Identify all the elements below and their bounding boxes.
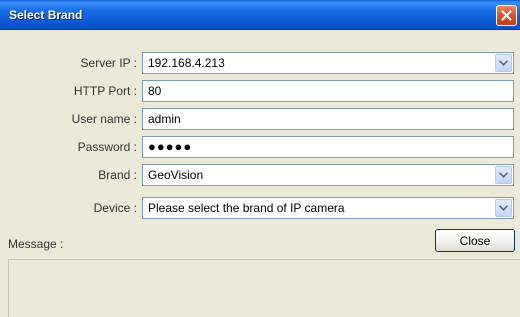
chevron-down-icon xyxy=(499,60,508,66)
window-close-button[interactable] xyxy=(496,5,517,26)
window-title: Select Brand xyxy=(9,8,83,22)
brand-label: Brand : xyxy=(98,168,137,182)
close-button[interactable]: Close xyxy=(435,229,515,252)
device-value: Please select the brand of IP camera xyxy=(148,201,345,215)
password-input[interactable]: ●●●●● xyxy=(142,136,514,158)
device-select[interactable]: Please select the brand of IP camera xyxy=(142,197,514,219)
select-brand-dialog: Select Brand Server IP : 192.168.4.213 H… xyxy=(0,0,520,317)
device-label: Device : xyxy=(93,201,137,215)
chevron-down-icon xyxy=(499,172,508,178)
user-name-input[interactable]: admin xyxy=(142,108,514,130)
server-ip-row: Server IP : 192.168.4.213 xyxy=(0,52,520,74)
server-ip-select[interactable]: 192.168.4.213 xyxy=(142,52,514,74)
http-port-value: 80 xyxy=(148,84,162,98)
http-port-label: HTTP Port : xyxy=(73,84,137,98)
password-row: Password : ●●●●● xyxy=(0,136,520,158)
brand-select[interactable]: GeoVision xyxy=(142,164,514,186)
brand-value: GeoVision xyxy=(148,168,204,182)
message-label: Message : xyxy=(8,237,64,251)
http-port-row: HTTP Port : 80 xyxy=(0,80,520,102)
user-name-row: User name : admin xyxy=(0,108,520,130)
close-icon xyxy=(501,10,512,21)
server-ip-dropdown-button[interactable] xyxy=(495,54,512,72)
server-ip-value: 192.168.4.213 xyxy=(148,56,225,70)
password-value: ●●●●● xyxy=(148,139,193,154)
title-bar[interactable]: Select Brand xyxy=(0,0,520,30)
server-ip-label: Server IP : xyxy=(80,56,137,70)
user-name-value: admin xyxy=(148,112,181,126)
http-port-input[interactable]: 80 xyxy=(142,80,514,102)
password-label: Password : xyxy=(77,140,137,154)
device-row: Device : Please select the brand of IP c… xyxy=(0,197,520,219)
user-name-label: User name : xyxy=(71,112,137,126)
brand-dropdown-button[interactable] xyxy=(495,166,512,184)
brand-row: Brand : GeoVision xyxy=(0,164,520,186)
chevron-down-icon xyxy=(499,205,508,211)
message-area xyxy=(8,259,520,317)
device-dropdown-button[interactable] xyxy=(495,199,512,217)
